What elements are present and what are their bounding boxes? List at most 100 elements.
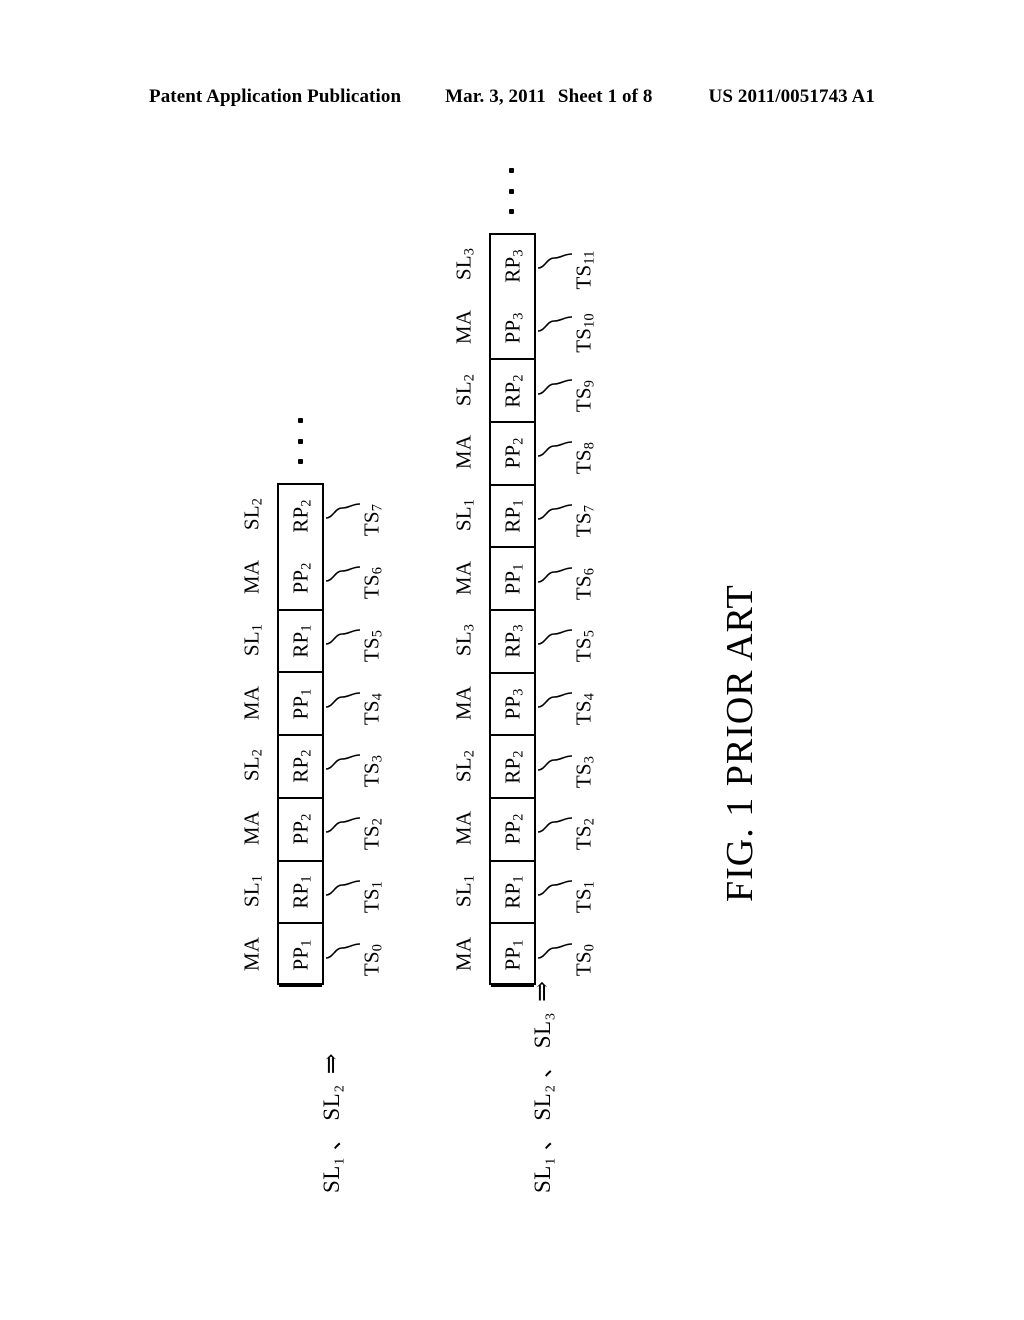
packet-label: PP1 (288, 939, 315, 971)
leader-line (326, 566, 360, 582)
leader-line (326, 691, 360, 708)
packet-label: RP2 (500, 749, 527, 784)
leader-line (538, 253, 572, 270)
timeslot-cell: PP2 (491, 423, 534, 486)
timeslot-cell: RP2 (491, 736, 534, 799)
leader-line (538, 817, 572, 834)
packet-label: RP1 (500, 499, 527, 533)
timeslot-cell: PP2 (279, 799, 322, 862)
timeslot-label: TS11 (571, 250, 598, 290)
timeslot-label: TS3 (571, 755, 598, 788)
timeslot-cell: PP2 (279, 548, 322, 611)
leader-line (326, 942, 360, 959)
timeslot-cell: RP2 (279, 736, 322, 799)
role-label: SL2 (451, 749, 478, 782)
timeslot-label: TS8 (571, 442, 598, 475)
diagram-ellipsis (297, 418, 303, 464)
timeslot-label: TS2 (359, 817, 386, 851)
timeslot-label: TS4 (359, 692, 386, 725)
leader-line (538, 692, 572, 708)
role-label: SL1 (239, 874, 266, 908)
packet-label: RP2 (500, 373, 527, 408)
timeslot-label: TS10 (571, 313, 598, 353)
timeslot-label: TS5 (359, 629, 386, 663)
timeslot-cell: RP3 (491, 611, 534, 674)
role-label: SL2 (239, 749, 266, 782)
leader-line (326, 629, 360, 645)
role-label: MA (239, 685, 264, 720)
header-date: Mar. 3, 2011 (445, 86, 546, 107)
timeslot-label: TS0 (359, 943, 386, 976)
timeslot-label: TS5 (571, 630, 598, 663)
packet-label: PP2 (288, 813, 315, 845)
packet-label: RP2 (288, 749, 315, 784)
timeslot-label: TS3 (359, 755, 386, 788)
patent-figure-page: Patent Application Publication Mar. 3, 2… (0, 0, 1024, 1320)
timeslot-cell: PP1 (279, 673, 322, 736)
timeslot-label: TS2 (571, 818, 598, 851)
packet-label: PP1 (288, 688, 315, 720)
timeslot-cell: RP3 (491, 235, 534, 298)
timeslot-column: RP2 PP2 RP1 PP1 RP2 PP2 RP1 PP1 (277, 483, 324, 987)
packet-label: RP1 (288, 624, 315, 658)
leader-line (326, 754, 360, 771)
role-label: MA (451, 435, 476, 470)
packet-label: RP1 (288, 875, 315, 909)
header-sheet: Sheet 1 of 8 (557, 86, 653, 107)
packet-label: PP3 (500, 312, 527, 344)
packet-label: PP2 (288, 562, 315, 594)
side-label-two-slaves: SL₁ 、 SL₂ ⇒ (312, 1053, 346, 1193)
packet-label: PP3 (500, 688, 527, 720)
timeslot-label: TS7 (359, 504, 386, 537)
role-label: SL2 (451, 373, 478, 406)
timeslot-cell: RP1 (279, 611, 322, 674)
side-label-text: SL₁ 、 SL₂ 、 SL₃ (530, 1011, 555, 1193)
timeslot-cell: PP3 (491, 298, 534, 361)
packet-label: PP1 (500, 563, 527, 595)
header-publication: Patent Application Publication (148, 86, 402, 107)
leader-line (538, 504, 572, 520)
figure-caption: FIG. 1 PRIOR ART (719, 584, 761, 902)
timeslot-label: TS9 (571, 379, 598, 412)
timeslot-label: TS7 (571, 504, 598, 538)
timeslot-cell: RP2 (491, 360, 534, 423)
packet-label: RP3 (500, 249, 527, 284)
packet-label: PP1 (500, 938, 527, 971)
role-label: SL1 (451, 874, 478, 908)
role-label: MA (239, 936, 264, 971)
double-arrow-icon: ⇒ (529, 980, 556, 1002)
timeslot-label: TS1 (571, 880, 598, 914)
leader-line (538, 441, 572, 458)
leader-line (538, 316, 572, 332)
timeslot-cell: RP1 (279, 862, 322, 925)
packet-label: RP1 (500, 875, 527, 909)
role-label: SL3 (451, 248, 478, 281)
packet-label: PP2 (500, 437, 527, 469)
side-label-text: SL₁ 、 SL₂ (319, 1084, 344, 1193)
timeslot-cell: RP1 (491, 862, 534, 925)
role-label: MA (451, 309, 476, 345)
timeslot-label: TS1 (359, 880, 386, 914)
timeslot-cell: PP2 (491, 799, 534, 862)
role-label: MA (451, 560, 476, 595)
timeslot-label: TS6 (359, 566, 386, 600)
page-header: Patent Application Publication Mar. 3, 2… (0, 86, 1024, 114)
leader-line (326, 817, 360, 833)
packet-label: RP2 (288, 499, 315, 534)
role-label: MA (451, 685, 476, 721)
double-arrow-icon: ⇒ (318, 1052, 345, 1075)
leader-line (538, 880, 572, 896)
header-patent-number: US 2011/0051743 A1 (708, 86, 876, 107)
diagram-ellipsis (508, 168, 514, 214)
role-label: SL2 (239, 498, 266, 531)
packet-label: RP3 (500, 624, 527, 658)
timeslot-cell: RP1 (491, 486, 534, 549)
timeslot-label: TS4 (571, 692, 598, 726)
timeslot-label: TS6 (571, 567, 598, 600)
leader-line (326, 503, 360, 520)
role-label: MA (239, 560, 264, 595)
timeslot-cell: RP2 (279, 485, 322, 548)
leader-line (538, 942, 572, 959)
leader-line (538, 754, 572, 771)
role-label: MA (239, 811, 264, 846)
